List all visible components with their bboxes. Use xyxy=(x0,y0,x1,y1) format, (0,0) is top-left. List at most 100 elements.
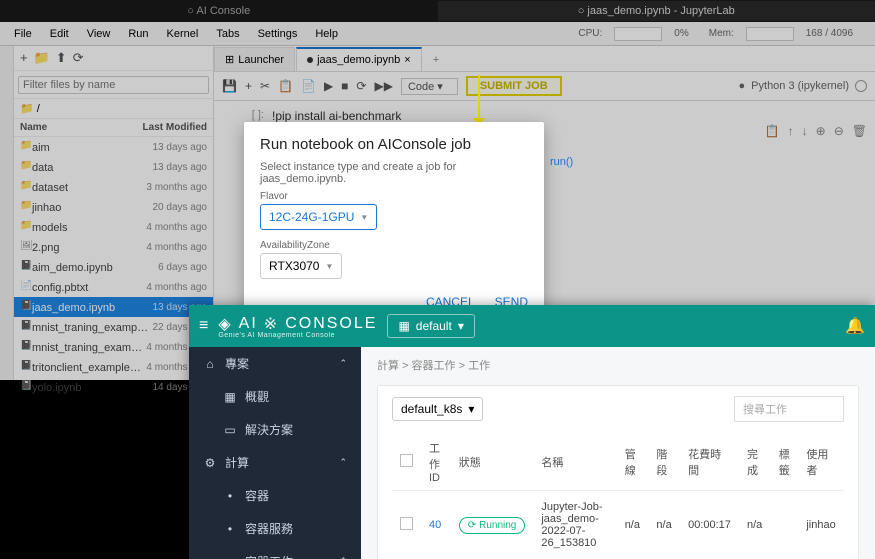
nav-container-job[interactable]: ▸容器工作⌃ xyxy=(189,545,361,559)
flavor-select[interactable]: 12C-24G-1GPU▼ xyxy=(260,204,377,230)
kernel-indicator[interactable]: ● Python 3 (ipykernel) xyxy=(739,80,867,92)
run-icon[interactable]: ▶ xyxy=(324,79,333,93)
col-done[interactable]: 完成 xyxy=(739,434,771,491)
os-tab-jupyter[interactable]: ○ jaas_demo.ipynb - JupyterLab xyxy=(438,1,875,21)
submit-job-button[interactable]: SUBMIT JOB xyxy=(466,76,562,96)
search-input[interactable]: 搜尋工作 xyxy=(734,396,844,422)
job-name: Jupyter-Job-jaas_demo-2022-07-26_153810 xyxy=(533,491,616,559)
upload-icon[interactable]: ⬆ xyxy=(56,50,67,66)
menu-settings[interactable]: Settings xyxy=(250,25,306,43)
col-status[interactable]: 狀態 xyxy=(451,434,534,491)
delete-icon[interactable]: 🗑 xyxy=(852,124,867,138)
dirty-dot-icon xyxy=(307,57,313,63)
file-row[interactable]: 📓tritonclient_example.ipynb4 months ago xyxy=(14,357,213,377)
row-checkbox[interactable] xyxy=(400,517,413,530)
moveup-icon[interactable]: ↑ xyxy=(788,124,794,138)
add-cell-icon[interactable]: + xyxy=(245,79,252,93)
col-id[interactable]: 工作 ID xyxy=(421,434,451,491)
file-row[interactable]: 📓mnist_traning_example.i…4 months ago xyxy=(14,337,213,357)
cluster-select[interactable]: default_k8s ▾ xyxy=(392,397,483,421)
file-icon: 📓 xyxy=(20,380,32,391)
duplicate-icon[interactable]: 📋 xyxy=(765,124,780,138)
tab-add[interactable]: + xyxy=(423,49,449,71)
cell-user: jinhao xyxy=(798,491,844,559)
breadcrumb-root[interactable]: 📁 / xyxy=(14,99,213,119)
file-row[interactable]: 📁data13 days ago xyxy=(14,157,213,177)
menu-view[interactable]: View xyxy=(79,25,119,43)
col-user[interactable]: 使用者 xyxy=(798,434,844,491)
chevron-down-icon: ▼ xyxy=(360,213,368,222)
bell-icon[interactable]: 🔔 xyxy=(845,316,865,336)
file-row[interactable]: 📓jaas_demo.ipynb13 days ago xyxy=(14,297,213,317)
file-row[interactable]: 📁jinhao20 days ago xyxy=(14,197,213,217)
movedown-icon[interactable]: ↓ xyxy=(802,124,808,138)
paste-icon[interactable]: 📄 xyxy=(301,79,316,93)
tab-notebook[interactable]: jaas_demo.ipynb × xyxy=(296,47,422,71)
select-all-checkbox[interactable] xyxy=(400,454,413,467)
job-id-link[interactable]: 40 xyxy=(421,491,451,559)
resource-monitor: CPU:0% Mem:168 / 4096 xyxy=(562,22,869,45)
col-name[interactable]: 名稱 xyxy=(533,434,616,491)
col-tag[interactable]: 標籤 xyxy=(771,434,799,491)
file-row[interactable]: 📄config.pbtxt4 months ago xyxy=(14,277,213,297)
availability-zone-select[interactable]: RTX3070▼ xyxy=(260,253,342,279)
menu-run[interactable]: Run xyxy=(120,25,156,43)
menu-file[interactable]: File xyxy=(6,25,40,43)
chevron-icon: ⌃ xyxy=(339,457,347,468)
insert-above-icon[interactable]: ⊕ xyxy=(816,124,826,138)
menu-edit[interactable]: Edit xyxy=(42,25,77,43)
file-row[interactable]: 📓aim_demo.ipynb6 days ago xyxy=(14,257,213,277)
os-tabbar: ○ AI Console ○ jaas_demo.ipynb - Jupyter… xyxy=(0,0,875,22)
nav-overview[interactable]: ▦概觀 xyxy=(189,380,361,413)
menu-tabs[interactable]: Tabs xyxy=(208,25,247,43)
file-row[interactable]: 📁models4 months ago xyxy=(14,217,213,237)
file-row[interactable]: 📁aim13 days ago xyxy=(14,137,213,157)
col-pipeline[interactable]: 管線 xyxy=(617,434,649,491)
annotation-arrow xyxy=(478,75,480,121)
tab-launcher[interactable]: ⊞ Launcher xyxy=(214,47,295,71)
file-row[interactable]: 📁dataset3 months ago xyxy=(14,177,213,197)
table-row[interactable]: 40 ⟳ Running Jupyter-Job-jaas_demo-2022-… xyxy=(392,491,844,559)
sidebar-nav: ⌂專案⌃ ▦概觀 ▭解決方案 ⚙計算⌃ •容器 •容器服務 ▸容器工作⌃ •工作… xyxy=(189,347,361,559)
file-filter-input[interactable] xyxy=(18,76,209,94)
fastforward-icon[interactable]: ▶▶ xyxy=(374,79,392,93)
nav-container[interactable]: •容器 xyxy=(189,479,361,512)
close-icon[interactable]: × xyxy=(404,54,410,66)
save-icon[interactable]: 💾 xyxy=(222,79,237,93)
cpu-meter xyxy=(614,27,662,41)
file-row[interactable]: 🖼2.png4 months ago xyxy=(14,237,213,257)
stop-icon[interactable]: ■ xyxy=(341,79,348,93)
new-launcher-icon[interactable]: + xyxy=(20,50,28,66)
menu-help[interactable]: Help xyxy=(307,25,346,43)
compute-icon: ⚙ xyxy=(203,456,217,470)
copy-icon[interactable]: 📋 xyxy=(278,79,293,93)
console-main: 計算 > 容器工作 > 工作 default_k8s ▾ 搜尋工作 工作 ID … xyxy=(361,347,875,559)
activity-bar[interactable] xyxy=(0,46,14,380)
insert-below-icon[interactable]: ⊖ xyxy=(834,124,844,138)
nav-project[interactable]: ⌂專案⌃ xyxy=(189,347,361,380)
file-row[interactable]: 📓yolo.ipynb14 days ago xyxy=(14,377,213,397)
submit-job-dialog: Run notebook on AIConsole job Select ins… xyxy=(244,122,544,319)
file-icon: 📓 xyxy=(20,320,32,331)
menu-icon[interactable]: ≡ xyxy=(199,317,208,335)
nav-compute[interactable]: ⚙計算⌃ xyxy=(189,446,361,479)
file-row[interactable]: 📓mnist_traning_example_…22 days ago xyxy=(14,317,213,337)
file-icon: 📁 xyxy=(20,140,32,151)
namespace-select[interactable]: ▦ default ▾ xyxy=(387,314,474,338)
cut-icon[interactable]: ✂ xyxy=(260,79,270,93)
new-folder-icon[interactable]: 📁 xyxy=(34,50,50,66)
refresh-icon[interactable]: ⟳ xyxy=(73,50,84,66)
cell-type-select[interactable]: Code ▾ xyxy=(401,78,458,95)
file-icon: 📁 xyxy=(20,200,32,211)
code-cell[interactable]: !pip install ai-benchmark xyxy=(272,109,401,123)
file-browser: + 📁 ⬆ ⟳ 📁 / NameLast Modified 📁aim13 day… xyxy=(14,46,214,380)
restart-icon[interactable]: ⟳ xyxy=(356,79,366,93)
os-tab-console[interactable]: ○ AI Console xyxy=(0,1,438,21)
col-duration[interactable]: 花費時間 xyxy=(680,434,739,491)
menu-kernel[interactable]: Kernel xyxy=(159,25,207,43)
console-header: ≡ ◈AI※CONSOLE Genie's AI Management Cons… xyxy=(189,305,875,347)
nav-container-svc[interactable]: •容器服務 xyxy=(189,512,361,545)
nav-solution[interactable]: ▭解決方案 xyxy=(189,413,361,446)
col-stage[interactable]: 階段 xyxy=(648,434,680,491)
home-icon: ⌂ xyxy=(203,357,217,371)
